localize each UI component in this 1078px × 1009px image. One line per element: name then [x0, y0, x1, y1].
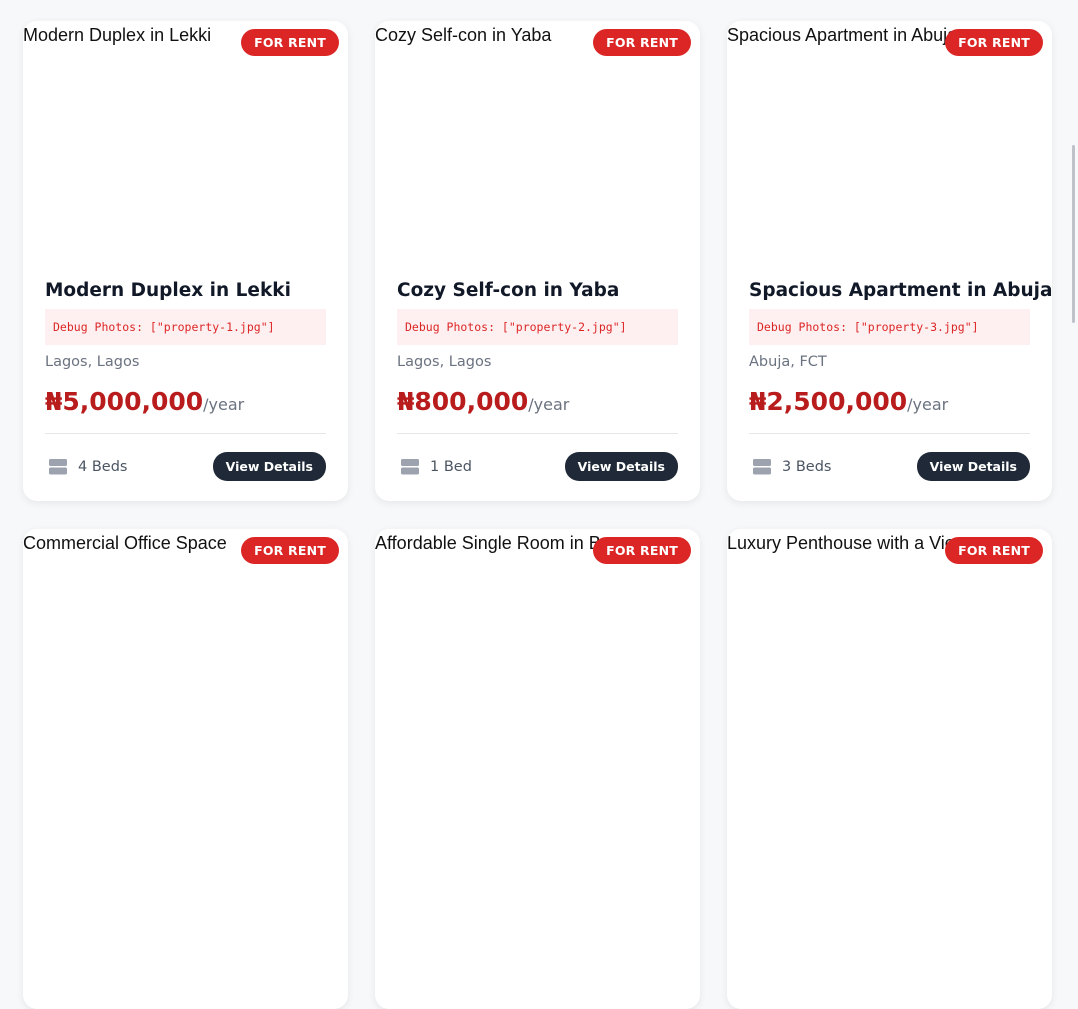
- bed-icon: [401, 458, 419, 474]
- property-image[interactable]: Spacious Apartment in Abuja FOR RENT: [727, 21, 1052, 271]
- beds-info: 4 Beds: [45, 458, 127, 476]
- property-card: Modern Duplex in Lekki FOR RENT Modern D…: [23, 21, 348, 501]
- image-alt-text: Commercial Office Space: [23, 533, 227, 553]
- property-image[interactable]: Modern Duplex in Lekki FOR RENT: [23, 21, 348, 271]
- beds-count: 1 Bed: [430, 458, 472, 475]
- property-title[interactable]: Spacious Apartment in Abuja: [749, 279, 1052, 303]
- divider: [397, 433, 678, 434]
- view-details-button[interactable]: View Details: [916, 452, 1030, 481]
- image-alt-text: Spacious Apartment in Abuja: [727, 25, 958, 45]
- image-alt-text: Luxury Penthouse with a View: [727, 533, 968, 553]
- beds-info: 1 Bed: [397, 458, 472, 476]
- page-scrollbar[interactable]: [1072, 145, 1075, 323]
- price-period: /year: [203, 395, 245, 414]
- view-details-button[interactable]: View Details: [212, 452, 326, 481]
- price-period: /year: [907, 395, 949, 414]
- property-title[interactable]: Cozy Self-con in Yaba: [397, 279, 678, 303]
- property-image[interactable]: Luxury Penthouse with a View FOR RENT: [727, 529, 1052, 779]
- property-image[interactable]: Cozy Self-con in Yaba FOR RENT: [375, 21, 700, 271]
- card-footer: 1 Bed View Details: [397, 452, 678, 481]
- price-row: ₦5,000,000 /year: [45, 387, 326, 416]
- card-footer: 4 Beds View Details: [45, 452, 326, 481]
- property-title[interactable]: Modern Duplex in Lekki: [45, 279, 326, 303]
- property-card: Commercial Office Space FOR RENT: [23, 529, 348, 1009]
- view-details-button[interactable]: View Details: [564, 452, 678, 481]
- debug-photos: Debug Photos: ["property-3.jpg"]: [749, 309, 1030, 345]
- for-rent-badge: FOR RENT: [593, 537, 691, 564]
- image-alt-text: Modern Duplex in Lekki: [23, 25, 212, 45]
- for-rent-badge: FOR RENT: [945, 537, 1043, 564]
- property-price: ₦800,000: [397, 387, 529, 416]
- card-footer: 3 Beds View Details: [749, 452, 1030, 481]
- divider: [749, 433, 1030, 434]
- property-price: ₦5,000,000: [45, 387, 204, 416]
- debug-photos: Debug Photos: ["property-2.jpg"]: [397, 309, 678, 345]
- debug-photos: Debug Photos: ["property-1.jpg"]: [45, 309, 326, 345]
- listings-grid: Modern Duplex in Lekki FOR RENT Modern D…: [23, 21, 1052, 1009]
- property-image[interactable]: Commercial Office Space FOR RENT: [23, 529, 348, 779]
- property-card: Cozy Self-con in Yaba FOR RENT Cozy Self…: [375, 21, 700, 501]
- for-rent-badge: FOR RENT: [593, 29, 691, 56]
- bed-icon: [49, 458, 67, 474]
- price-row: ₦800,000 /year: [397, 387, 678, 416]
- for-rent-badge: FOR RENT: [241, 29, 339, 56]
- beds-count: 3 Beds: [782, 458, 832, 475]
- for-rent-badge: FOR RENT: [241, 537, 339, 564]
- price-period: /year: [528, 395, 570, 414]
- bed-icon: [753, 458, 771, 474]
- property-location: Abuja, FCT: [749, 354, 827, 370]
- beds-info: 3 Beds: [749, 458, 831, 476]
- divider: [45, 433, 326, 434]
- image-alt-text: Affordable Single Room in Be: [375, 533, 611, 553]
- property-location: Lagos, Lagos: [45, 354, 140, 370]
- price-row: ₦2,500,000 /year: [749, 387, 1030, 416]
- property-card: Affordable Single Room in Be FOR RENT: [375, 529, 700, 1009]
- property-card: Spacious Apartment in Abuja FOR RENT Spa…: [727, 21, 1052, 501]
- image-alt-text: Cozy Self-con in Yaba: [375, 25, 552, 45]
- beds-count: 4 Beds: [78, 458, 128, 475]
- property-location: Lagos, Lagos: [397, 354, 492, 370]
- property-card: Luxury Penthouse with a View FOR RENT: [727, 529, 1052, 1009]
- property-price: ₦2,500,000: [749, 387, 908, 416]
- for-rent-badge: FOR RENT: [945, 29, 1043, 56]
- property-image[interactable]: Affordable Single Room in Be FOR RENT: [375, 529, 700, 779]
